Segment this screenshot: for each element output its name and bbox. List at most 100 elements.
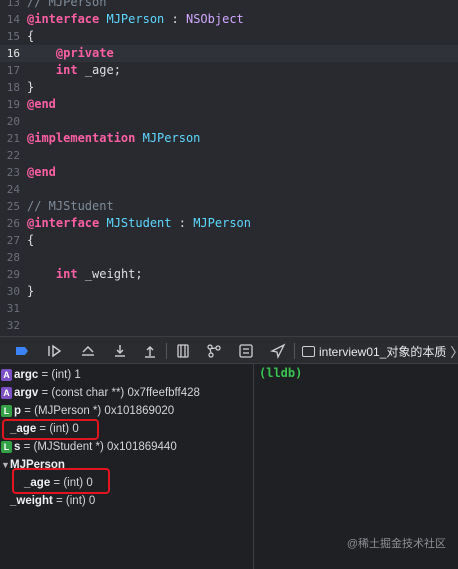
variable-text: argv = (const char **) 0x7ffeefbff428 bbox=[14, 384, 200, 402]
code-line[interactable]: 15 { bbox=[0, 28, 458, 45]
line-number[interactable]: 17 bbox=[0, 62, 20, 79]
lldb-console[interactable]: (lldb) @稀土掘金技术社区 bbox=[254, 364, 458, 569]
line-number[interactable]: 16 bbox=[0, 45, 20, 62]
code-line[interactable]: 29 int _weight; bbox=[0, 266, 458, 283]
code-token: MJPerson bbox=[142, 131, 201, 145]
code-line[interactable]: 21 @implementation MJPerson bbox=[0, 130, 458, 147]
code-token: } bbox=[27, 80, 35, 94]
code-line[interactable]: 27 { bbox=[0, 232, 458, 249]
code-line[interactable]: 23 @end bbox=[0, 164, 458, 181]
line-number[interactable]: 20 bbox=[0, 113, 20, 130]
code-text: { bbox=[27, 28, 34, 45]
line-number[interactable]: 18 bbox=[0, 79, 20, 96]
code-line[interactable]: 24 bbox=[0, 181, 458, 198]
code-text: } bbox=[27, 79, 34, 96]
variable-row[interactable]: Aargv = (const char **) 0x7ffeefbff428 bbox=[0, 384, 253, 402]
line-number[interactable]: 22 bbox=[0, 147, 20, 164]
code-token: { bbox=[27, 29, 35, 43]
variable-value: = (MJPerson *) 0x101869020 bbox=[21, 405, 175, 417]
step-into-icon[interactable] bbox=[112, 343, 128, 359]
environment-overrides-icon[interactable] bbox=[238, 343, 254, 359]
code-token: _age; bbox=[77, 63, 121, 77]
line-number[interactable]: 28 bbox=[0, 249, 20, 266]
breadcrumb-label: interview01_对象的本质 bbox=[319, 344, 447, 359]
step-over-icon[interactable] bbox=[80, 343, 96, 359]
line-number[interactable]: 27 bbox=[0, 232, 20, 249]
line-number[interactable]: 19 bbox=[0, 96, 20, 113]
variable-value: = (int) 1 bbox=[38, 369, 81, 381]
code-line[interactable]: 22 bbox=[0, 147, 458, 164]
variable-name: p bbox=[14, 405, 22, 417]
line-number[interactable]: 32 bbox=[0, 317, 20, 334]
variable-row[interactable]: _weight = (int) 0 bbox=[0, 492, 253, 510]
line-number[interactable]: 30 bbox=[0, 283, 20, 300]
code-token: NSObject bbox=[185, 12, 244, 26]
code-line[interactable]: 16 @private bbox=[0, 45, 458, 62]
line-number[interactable]: 29 bbox=[0, 266, 20, 283]
line-number[interactable]: 26 bbox=[0, 215, 20, 232]
argument-badge-icon: A bbox=[1, 387, 12, 399]
code-token: : bbox=[164, 12, 186, 26]
line-number[interactable]: 13 bbox=[0, 0, 20, 11]
disclosure-triangle-icon[interactable]: ▼ bbox=[1, 456, 10, 474]
code-token: // MJPerson bbox=[27, 0, 107, 9]
code-line[interactable]: 32 bbox=[0, 317, 458, 334]
continue-icon[interactable] bbox=[46, 343, 62, 359]
file-icon bbox=[302, 345, 315, 357]
code-line[interactable]: 28 bbox=[0, 249, 458, 266]
line-number[interactable]: 14 bbox=[0, 11, 20, 28]
variable-text: _weight = (int) 0 bbox=[10, 492, 95, 510]
highlight-box-age-s bbox=[12, 468, 110, 494]
code-line[interactable]: 19 @end bbox=[0, 96, 458, 113]
code-line[interactable]: 26 @interface MJStudent : MJPerson bbox=[0, 215, 458, 232]
variable-text: s = (MJStudent *) 0x101869440 bbox=[14, 438, 177, 456]
line-number[interactable]: 25 bbox=[0, 198, 20, 215]
variable-value: = (const char **) 0x7ffeefbff428 bbox=[38, 387, 200, 399]
code-text: @private bbox=[27, 45, 114, 62]
code-text: @implementation MJPerson bbox=[27, 130, 200, 147]
line-number[interactable]: 24 bbox=[0, 181, 20, 198]
argument-badge-icon: A bbox=[1, 369, 12, 381]
code-editor[interactable]: 13 // MJPerson 14 @interface MJPerson : NSO… bbox=[0, 0, 458, 336]
variable-row[interactable]: Aargc = (int) 1 bbox=[0, 366, 253, 384]
code-token: // MJStudent bbox=[27, 199, 114, 213]
code-token: : bbox=[171, 216, 194, 230]
code-line[interactable]: 18} bbox=[0, 79, 458, 96]
highlight-box-age-p bbox=[2, 419, 99, 440]
breadcrumb[interactable]: interview01_对象的本质 〉 bbox=[302, 342, 458, 360]
code-line[interactable]: 30} bbox=[0, 283, 458, 300]
debug-toolbar: interview01_对象的本质 〉 bbox=[0, 336, 458, 364]
watermark-text: @稀土掘金技术社区 bbox=[346, 538, 446, 550]
code-text: // MJPerson bbox=[27, 0, 106, 11]
code-line[interactable]: 20 bbox=[0, 113, 458, 130]
code-line[interactable]: 25 // MJStudent bbox=[0, 198, 458, 215]
variable-value: = (MJStudent *) 0x101869440 bbox=[20, 441, 177, 453]
local-badge-icon: L bbox=[1, 405, 12, 417]
line-number[interactable]: 15 bbox=[0, 28, 20, 45]
code-token: int bbox=[55, 267, 78, 281]
variable-row[interactable]: Lp = (MJPerson *) 0x101869020 bbox=[0, 402, 253, 420]
line-number[interactable]: 31 bbox=[0, 300, 20, 317]
step-out-icon[interactable] bbox=[142, 343, 158, 359]
variable-name: _weight bbox=[10, 495, 53, 507]
variable-text: argc = (int) 1 bbox=[14, 366, 81, 384]
chevron-right-icon: 〉 bbox=[450, 342, 458, 361]
code-token: @end bbox=[27, 165, 56, 179]
code-line[interactable]: 14 @interface MJPerson : NSObject bbox=[0, 11, 458, 28]
variable-name: argv bbox=[14, 387, 39, 399]
breakpoint-toggle-icon[interactable] bbox=[14, 343, 30, 359]
variable-row[interactable]: Ls = (MJStudent *) 0x101869440 bbox=[0, 438, 253, 456]
variables-view[interactable]: Aargc = (int) 1 Aargv = (const char **) 0… bbox=[0, 364, 253, 569]
line-number[interactable]: 23 bbox=[0, 164, 20, 181]
location-icon[interactable] bbox=[270, 343, 286, 359]
code-text: @end bbox=[27, 164, 56, 181]
code-line[interactable]: 13 // MJPerson bbox=[0, 0, 458, 11]
code-line[interactable]: 17 int _age; bbox=[0, 62, 458, 79]
view-hierarchy-icon[interactable] bbox=[175, 343, 191, 359]
memory-graph-icon[interactable] bbox=[206, 343, 222, 359]
line-number[interactable]: 21 bbox=[0, 130, 20, 147]
code-line[interactable]: 31 bbox=[0, 300, 458, 317]
local-badge-icon: L bbox=[1, 441, 12, 453]
